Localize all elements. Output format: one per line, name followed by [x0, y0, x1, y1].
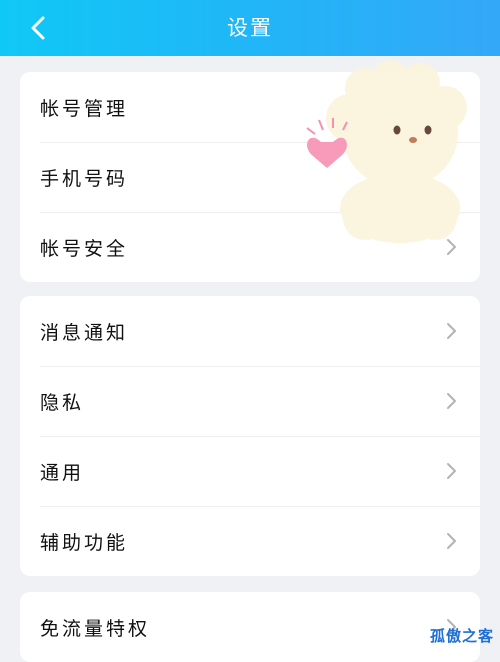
notifications-label: 消息通知	[40, 318, 128, 345]
puppy-sticker-icon	[295, 58, 475, 248]
general-settings-group: 消息通知 隐私 通用 辅助功能	[20, 296, 480, 576]
chevron-right-icon	[446, 532, 458, 550]
page-title: 设置	[0, 0, 500, 56]
accessibility-label: 辅助功能	[40, 528, 128, 555]
title-bar: 设置	[0, 0, 500, 56]
watermark: 孤傲之客	[430, 625, 494, 646]
notifications-item[interactable]: 消息通知	[20, 296, 480, 366]
general-label: 通用	[40, 458, 84, 485]
free-data-privilege-label: 免流量特权	[40, 614, 150, 641]
phone-number-label: 手机号码	[40, 164, 128, 191]
accessibility-item[interactable]: 辅助功能	[20, 506, 480, 576]
chevron-right-icon	[446, 392, 458, 410]
account-security-label: 帐号安全	[40, 234, 128, 261]
chevron-right-icon	[446, 322, 458, 340]
privacy-label: 隐私	[40, 388, 84, 415]
privacy-item[interactable]: 隐私	[20, 366, 480, 436]
general-item[interactable]: 通用	[20, 436, 480, 506]
chevron-right-icon	[446, 462, 458, 480]
account-management-label: 帐号管理	[40, 94, 128, 121]
